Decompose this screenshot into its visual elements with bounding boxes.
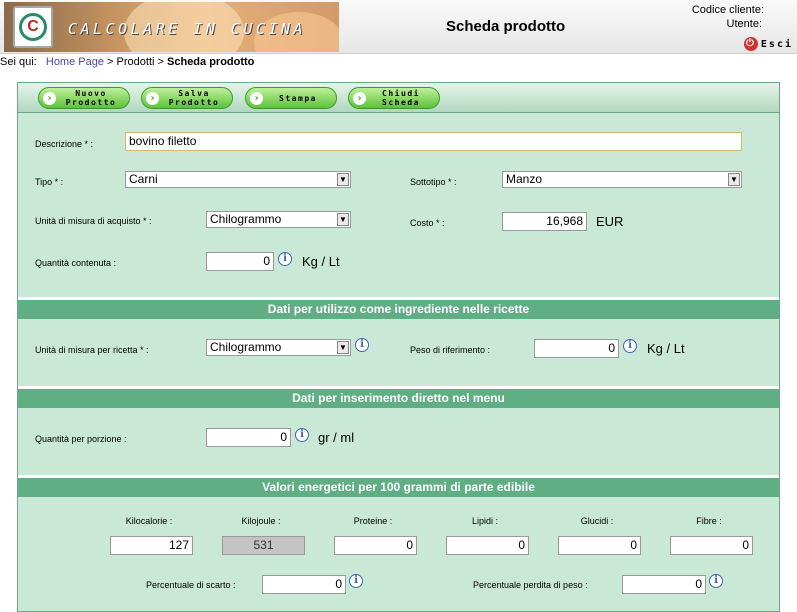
sottotipo-select-value: Manzo	[506, 172, 543, 186]
salva-label-line1: Salva	[178, 89, 210, 98]
dropdown-arrow-icon: ▼	[337, 173, 349, 186]
page-title: Scheda prodotto	[446, 18, 566, 35]
descrizione-label: Descrizione * :	[35, 139, 94, 149]
glucidi-label: Glucidi :	[580, 516, 614, 526]
dropdown-arrow-icon: ▼	[337, 213, 349, 226]
tipo-select-value: Carni	[129, 172, 158, 186]
perdita-peso-label: Percentuale perdita di peso :	[473, 580, 588, 590]
proteine-label: Proteine :	[353, 516, 393, 526]
breadcrumb: Sei qui: Home Page > Prodotti > Scheda p…	[0, 56, 254, 68]
info-icon[interactable]: i	[295, 428, 309, 442]
quantita-contenuta-label: Quantità contenuta :	[35, 258, 117, 268]
kilocalorie-input[interactable]: 127	[110, 536, 193, 555]
peso-riferimento-label: Peso di riferimento :	[410, 345, 491, 355]
tipo-select[interactable]: Carni ▼	[125, 171, 351, 188]
breadcrumb-prefix: Sei qui:	[0, 56, 37, 68]
chiudi-label-line2: Scheda	[382, 98, 420, 107]
kilocalorie-label: Kilocalorie :	[125, 516, 173, 526]
sottotipo-label: Sottotipo * :	[410, 177, 457, 187]
quantita-contenuta-input[interactable]: 0	[206, 252, 274, 271]
breadcrumb-separator: >	[157, 56, 164, 68]
fibre-label: Fibre :	[696, 516, 722, 526]
costo-input[interactable]: 16,968	[502, 212, 587, 231]
perdita-peso-input[interactable]: 0	[622, 575, 706, 594]
dropdown-arrow-icon: ▼	[728, 173, 740, 186]
lipidi-label: Lipidi :	[471, 516, 498, 526]
unita-ricetta-select[interactable]: Chilogrammo ▼	[206, 339, 351, 356]
scarto-label: Percentuale di scarto :	[146, 580, 236, 590]
chiudi-scheda-button[interactable]: › Chiudi Scheda	[348, 87, 440, 109]
descrizione-input[interactable]: bovino filetto	[125, 132, 742, 151]
unita-acquisto-select-value: Chilogrammo	[210, 212, 282, 226]
unita-acquisto-label: Unità di misura di acquisto * :	[35, 216, 152, 226]
ricette-section-header: Dati per utilizzo come ingrediente nelle…	[18, 300, 779, 319]
kilojoule-label: Kilojoule :	[241, 516, 281, 526]
chiudi-label-line1: Chiudi	[382, 89, 420, 98]
info-icon[interactable]: i	[709, 574, 723, 588]
porzione-unit: gr / ml	[318, 430, 355, 445]
peso-riferimento-input[interactable]: 0	[534, 339, 619, 358]
chevron-right-icon: ›	[43, 92, 56, 105]
proteine-input[interactable]: 0	[334, 536, 417, 555]
app-logo: C	[13, 6, 53, 48]
menu-section-header: Dati per inserimento diretto nel menu	[18, 389, 779, 408]
quantita-contenuta-unit: Kg / Lt	[302, 254, 340, 269]
salva-label-line2: Prodotto	[168, 98, 220, 107]
kilojoule-readonly: 531	[222, 536, 305, 555]
peso-riferimento-unit: Kg / Lt	[647, 341, 685, 356]
logo-icon: C	[19, 13, 47, 41]
brand-banner: C CALCOLARE IN CUCINA	[4, 2, 339, 52]
unita-ricetta-label: Unità di misura per ricetta * :	[35, 345, 149, 355]
esci-label: Esci	[760, 38, 793, 50]
breadcrumb-home-link[interactable]: Home Page	[46, 56, 104, 68]
info-icon[interactable]: i	[278, 252, 292, 266]
codice-cliente-label: Codice cliente:	[691, 4, 764, 16]
brand-title: CALCOLARE IN CUCINA	[68, 20, 307, 38]
glucidi-input[interactable]: 0	[558, 536, 641, 555]
product-form-panel: › Nuovo Prodotto › Salva Prodotto › Stampa…	[17, 82, 780, 612]
nuovo-label-line2: Prodotto	[65, 98, 117, 107]
sottotipo-select[interactable]: Manzo ▼	[502, 171, 742, 188]
scarto-input[interactable]: 0	[262, 575, 346, 594]
tipo-label: Tipo * :	[35, 177, 64, 187]
nuovo-prodotto-button[interactable]: › Nuovo Prodotto	[38, 87, 130, 109]
nutrition-section-header: Valori energetici per 100 grammi di part…	[18, 478, 779, 497]
breadcrumb-current: Scheda prodotto	[167, 56, 255, 68]
info-icon[interactable]: i	[623, 339, 637, 353]
app-header: C CALCOLARE IN CUCINA Scheda prodotto Co…	[0, 0, 797, 54]
stampa-button[interactable]: › Stampa	[245, 87, 337, 109]
porzione-input[interactable]: 0	[206, 428, 291, 447]
nuovo-label-line1: Nuovo	[75, 89, 107, 98]
breadcrumb-prodotti[interactable]: Prodotti	[117, 56, 155, 68]
costo-label: Costo * :	[410, 218, 445, 228]
info-icon[interactable]: i	[349, 574, 363, 588]
unita-acquisto-select[interactable]: Chilogrammo ▼	[206, 211, 351, 228]
breadcrumb-separator: >	[107, 56, 114, 68]
chevron-right-icon: ›	[353, 92, 366, 105]
salva-prodotto-button[interactable]: › Salva Prodotto	[141, 87, 233, 109]
fibre-input[interactable]: 0	[670, 536, 753, 555]
unita-ricetta-select-value: Chilogrammo	[210, 340, 282, 354]
porzione-label: Quantità per porzione :	[35, 434, 127, 444]
info-icon[interactable]: i	[355, 338, 369, 352]
esci-button[interactable]: ⏻ Esci	[743, 37, 793, 51]
costo-unit: EUR	[596, 214, 624, 229]
action-toolbar: › Nuovo Prodotto › Salva Prodotto › Stampa…	[18, 83, 779, 113]
power-icon: ⏻	[743, 37, 758, 51]
stampa-label: Stampa	[279, 93, 317, 103]
chevron-right-icon: ›	[250, 92, 263, 105]
chevron-right-icon: ›	[146, 92, 159, 105]
dropdown-arrow-icon: ▼	[337, 341, 349, 354]
lipidi-input[interactable]: 0	[446, 536, 529, 555]
utente-label: Utente:	[726, 18, 762, 30]
